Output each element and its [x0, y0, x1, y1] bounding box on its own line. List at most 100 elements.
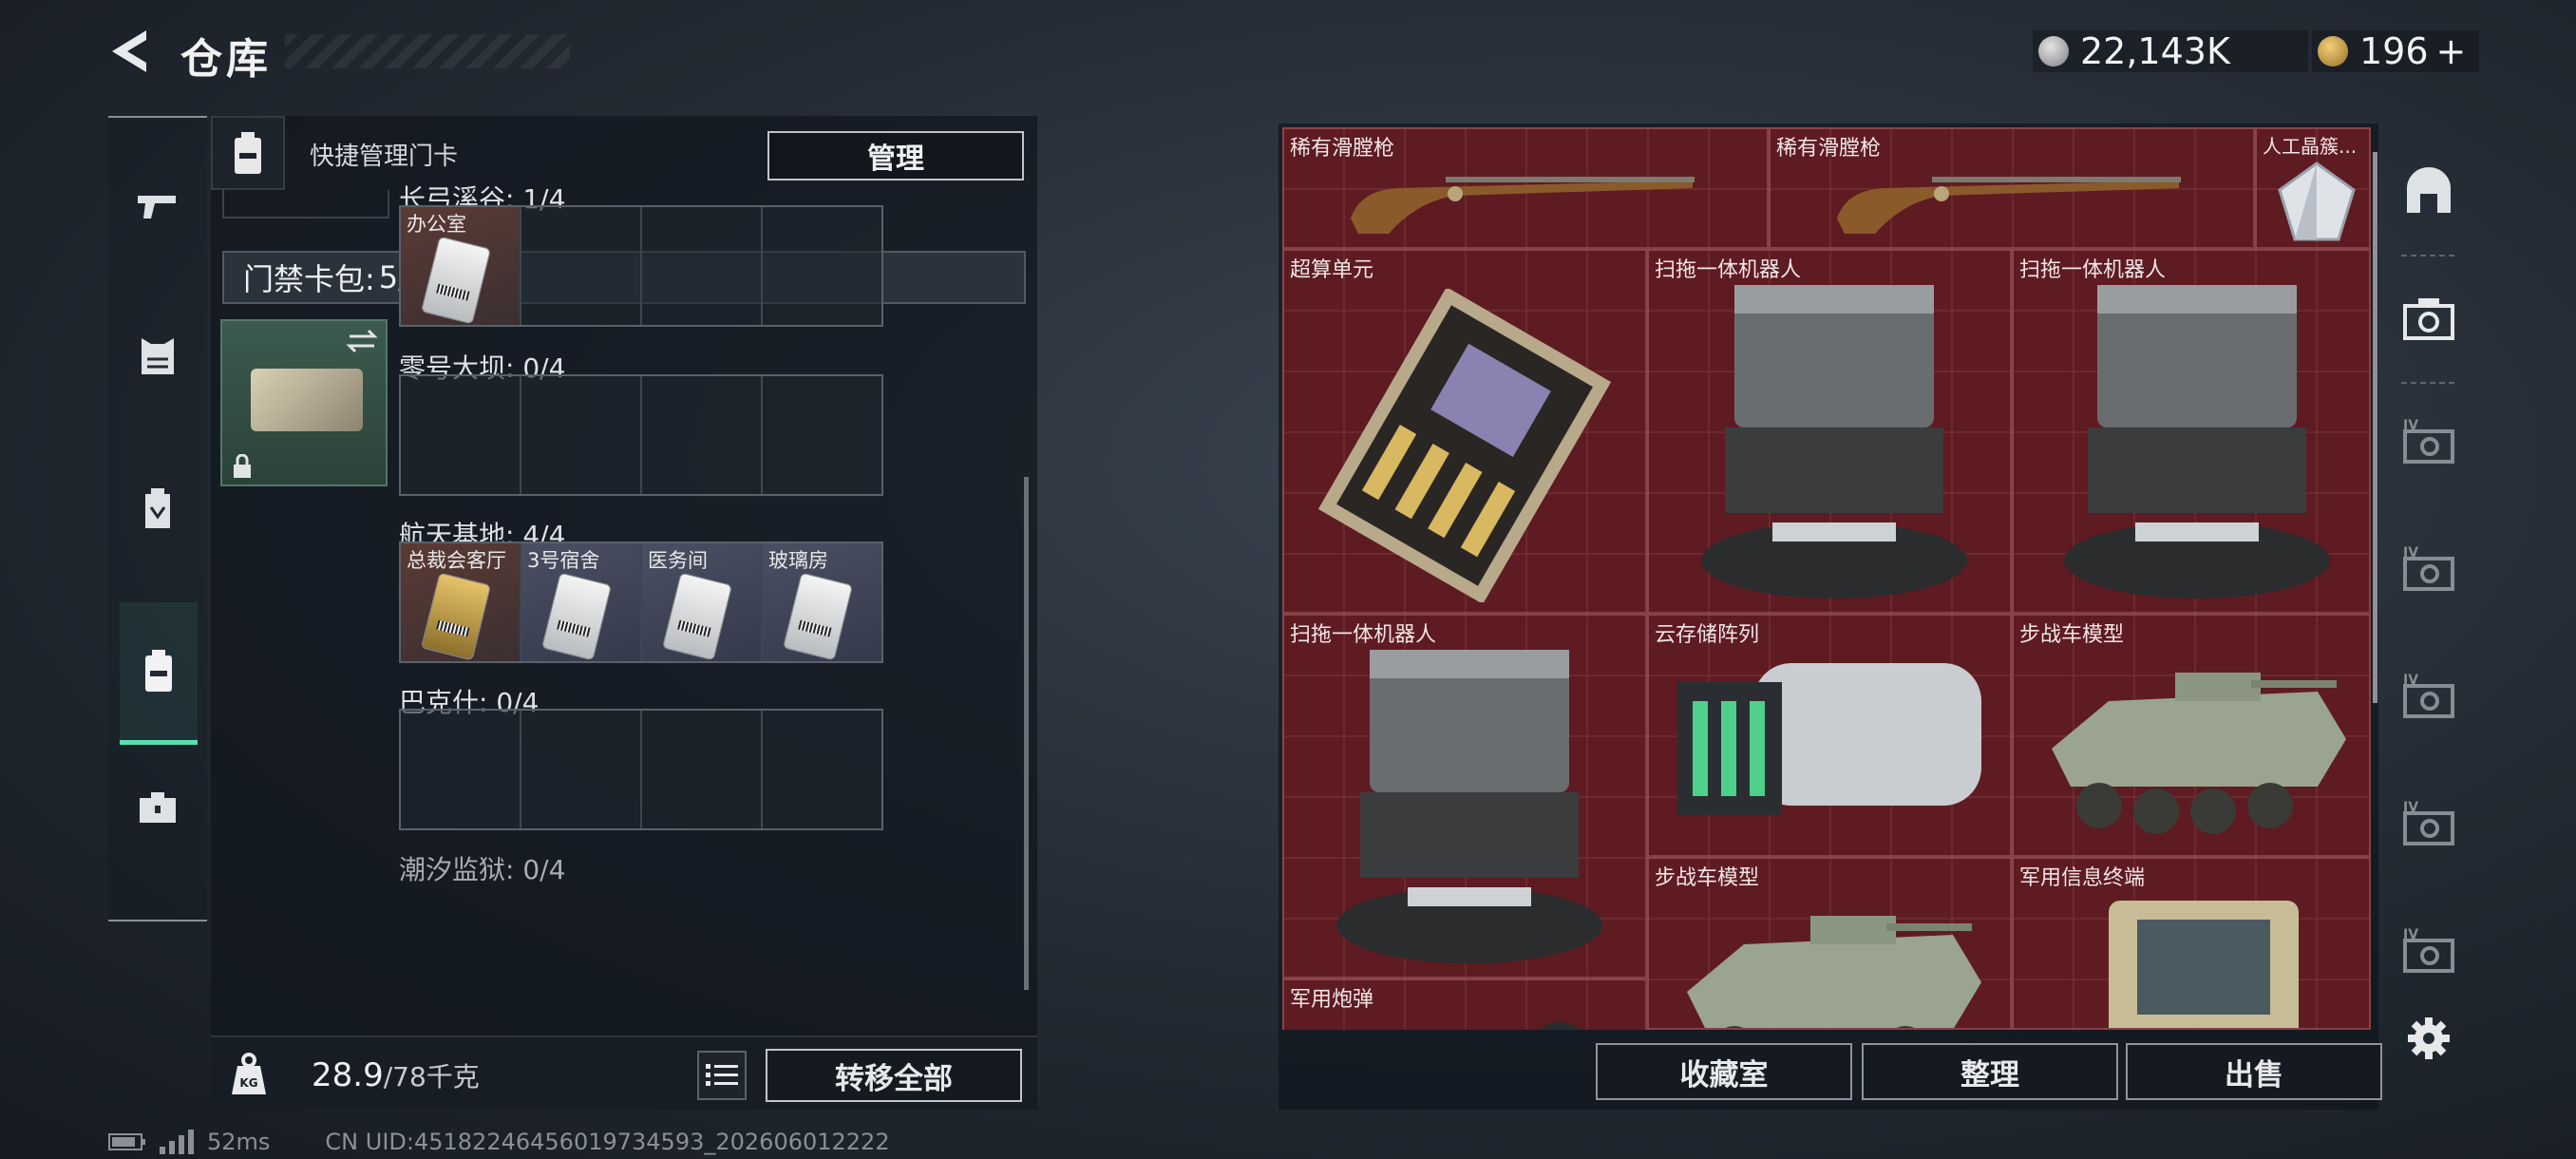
keycard-slot[interactable]: 医务间: [642, 543, 763, 661]
musket-icon: [1351, 177, 1695, 234]
sell-button[interactable]: 出售: [2126, 1043, 2382, 1100]
empty-slot[interactable]: [521, 376, 642, 494]
rail-item-backpack[interactable]: [108, 437, 207, 580]
category-rail: [108, 116, 207, 922]
case-level: IV: [2403, 673, 2418, 688]
keycard-pack-slot[interactable]: [220, 319, 388, 486]
zone-label-tidal-prison: 潮汐监狱: 0/4: [399, 854, 566, 885]
header-decoration: [285, 34, 570, 68]
robot-vacuum-icon: [1701, 285, 1967, 598]
stash-item[interactable]: 扫拖一体机器人: [1647, 249, 2012, 614]
keycard-slot[interactable]: 3号宿舍: [521, 543, 642, 661]
backpack-icon: [145, 488, 170, 528]
list-icon: [706, 1064, 738, 1086]
rail-item-case-iv[interactable]: IV: [2390, 650, 2468, 745]
stash-item[interactable]: 稀有滑膛枪: [1282, 127, 1769, 249]
stash-item[interactable]: 军用信息终端: [2012, 857, 2371, 1030]
empty-slot[interactable]: [521, 207, 642, 325]
stash-item[interactable]: 云存储阵列: [1647, 614, 2012, 857]
rail-item-vault[interactable]: [2390, 142, 2468, 238]
empty-slot[interactable]: [642, 207, 763, 325]
rail-item-case-iv[interactable]: IV: [2390, 904, 2468, 999]
slot-name: 办公室: [407, 213, 466, 236]
weight-bar: KG 28.9/78千克 转移全部: [211, 1036, 1037, 1110]
weight-current: 28.9: [312, 1056, 384, 1094]
stash-item[interactable]: 扫拖一体机器人: [1282, 614, 1647, 978]
stash-item[interactable]: 稀有滑膛枪: [1769, 127, 2255, 249]
empty-slot[interactable]: [763, 376, 881, 494]
rail-item-keycards[interactable]: [120, 602, 198, 745]
stash-scrollbar[interactable]: [2373, 152, 2377, 703]
empty-slot[interactable]: [401, 376, 521, 494]
musket-icon: [1837, 177, 2181, 234]
rail-divider: [2401, 382, 2454, 384]
stash-grid: 稀有滑膛枪 稀有滑膛枪 人工晶簇... 超算单元 扫拖一体机器人 扫拖一体机器人…: [1282, 127, 2371, 1030]
empty-slot[interactable]: [642, 376, 763, 494]
empty-slot[interactable]: [401, 711, 521, 828]
swap-icon[interactable]: [346, 327, 378, 355]
keycard-slot[interactable]: 玻璃房: [763, 543, 881, 661]
case-level: IV: [2403, 800, 2418, 815]
storage-array-icon: [1677, 663, 1981, 815]
rail-item-case-iv[interactable]: IV: [2390, 395, 2468, 490]
item-name: 军用信息终端: [2019, 866, 2146, 890]
bond-balance[interactable]: 196 +: [2312, 30, 2479, 72]
rail-item-tools[interactable]: [108, 735, 207, 878]
signal-icon: [160, 1130, 194, 1154]
empty-slot[interactable]: [763, 711, 881, 828]
robot-vacuum-icon: [2064, 285, 2330, 598]
keycard-slot[interactable]: 办公室: [401, 207, 521, 325]
collection-room-button[interactable]: 收藏室: [1596, 1043, 1852, 1100]
rail-item-case-iv[interactable]: IV: [2390, 777, 2468, 872]
toolbox-icon: [140, 792, 176, 823]
ping-value: 52ms: [207, 1129, 271, 1155]
keycard-icon: [235, 132, 261, 174]
case-iv-icon: IV: [2403, 673, 2454, 718]
transfer-all-button[interactable]: 转移全部: [766, 1049, 1022, 1102]
settings-button[interactable]: [2390, 1005, 2468, 1072]
stash-item[interactable]: 步战车模型: [2012, 614, 2371, 857]
quick-manage-label: 快捷管理门卡: [310, 142, 459, 171]
stash-item[interactable]: 军用炮弹: [1282, 978, 1647, 1030]
empty-slot[interactable]: [763, 207, 881, 325]
keycard-image: [661, 572, 733, 661]
list-view-button[interactable]: [697, 1051, 747, 1100]
slot-name: 医务间: [648, 549, 708, 572]
weight-icon: KG: [232, 1053, 266, 1094]
weight-readout: 28.9/78千克: [312, 1056, 480, 1094]
crystal-icon: [2278, 162, 2356, 241]
weight-max: /78千克: [383, 1061, 480, 1092]
rail-item-case-iv[interactable]: IV: [2390, 522, 2468, 618]
stash-item[interactable]: 扫拖一体机器人: [2012, 249, 2371, 614]
svg-text:KG: KG: [239, 1076, 257, 1090]
vault-icon: [2407, 167, 2451, 213]
coin-balance[interactable]: 22,143K: [2033, 30, 2308, 72]
stash-item[interactable]: 步战车模型: [1647, 857, 2012, 1030]
keycard-pack-image: [251, 369, 363, 431]
add-bond-button[interactable]: +: [2436, 30, 2467, 72]
gun-icon: [138, 196, 176, 218]
organize-button[interactable]: 整理: [1862, 1043, 2118, 1100]
settings-icon: [2408, 1017, 2450, 1059]
scrollbar[interactable]: [1024, 477, 1029, 990]
rail-item-case[interactable]: [2390, 272, 2468, 367]
case-level: IV: [2403, 927, 2418, 942]
back-arrow-icon[interactable]: [106, 27, 156, 76]
zone-slots-zero-dam: [399, 374, 883, 496]
rail-item-armor[interactable]: [108, 285, 207, 428]
zone-slots-space-base: 总裁会客厅 3号宿舍 医务间 玻璃房: [399, 542, 883, 663]
case-iv-icon: IV: [2403, 418, 2454, 464]
stash-item[interactable]: 超算单元: [1282, 249, 1647, 614]
keycard-icon: [145, 649, 172, 692]
case-level: IV: [2403, 545, 2418, 560]
coin-amount: 22,143K: [2080, 30, 2230, 72]
rail-item-weapons[interactable]: [108, 133, 207, 276]
manage-button[interactable]: 管理: [767, 131, 1024, 180]
keycard-slot[interactable]: 总裁会客厅: [401, 543, 521, 661]
empty-slot[interactable]: [521, 711, 642, 828]
empty-slot[interactable]: [642, 711, 763, 828]
tab-underline: [222, 190, 389, 218]
coin-icon: [2038, 36, 2069, 66]
keycard-panel: 快捷管理门卡 管理 门禁卡包: 5/20 ? 长弓溪谷: 1/4 办公室 零号大…: [211, 116, 1037, 1110]
stash-item[interactable]: 人工晶簇...: [2255, 127, 2371, 249]
